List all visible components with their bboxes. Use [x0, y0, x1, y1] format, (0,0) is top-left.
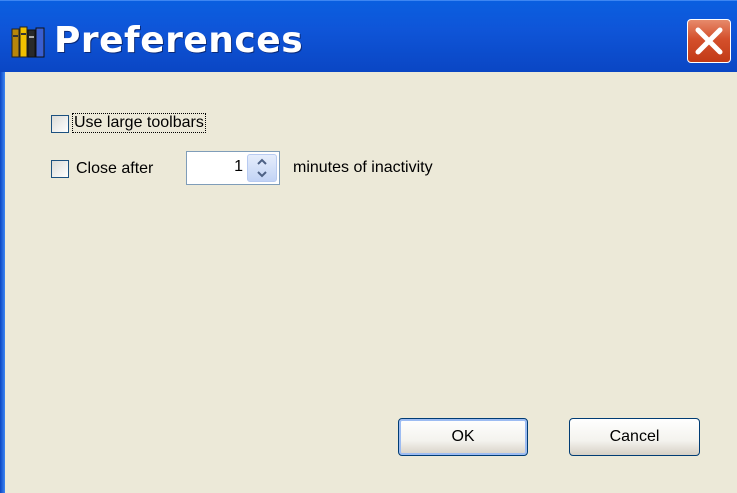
close-after-checkbox[interactable] [51, 160, 69, 178]
chevron-up-icon [257, 158, 267, 165]
window-border [0, 72, 5, 493]
books-icon [11, 26, 45, 58]
chevron-down-icon [257, 171, 267, 178]
minutes-spinner[interactable]: 1 [186, 151, 280, 185]
spin-up-button[interactable] [248, 155, 276, 168]
close-button[interactable] [687, 19, 731, 63]
close-icon [695, 27, 723, 55]
close-after-label[interactable]: Close after [76, 160, 153, 178]
minutes-value[interactable]: 1 [234, 158, 243, 176]
title-bar[interactable]: Preferences [0, 0, 737, 72]
inactivity-suffix-label: minutes of inactivity [293, 159, 433, 176]
large-toolbars-checkbox[interactable] [51, 115, 69, 133]
large-toolbars-label[interactable]: Use large toolbars [72, 113, 206, 133]
ok-button[interactable]: OK [398, 418, 528, 456]
spinner-buttons[interactable] [247, 154, 277, 182]
cancel-button[interactable]: Cancel [569, 418, 700, 456]
window-title: Preferences [54, 20, 304, 61]
spin-down-button[interactable] [248, 168, 276, 181]
